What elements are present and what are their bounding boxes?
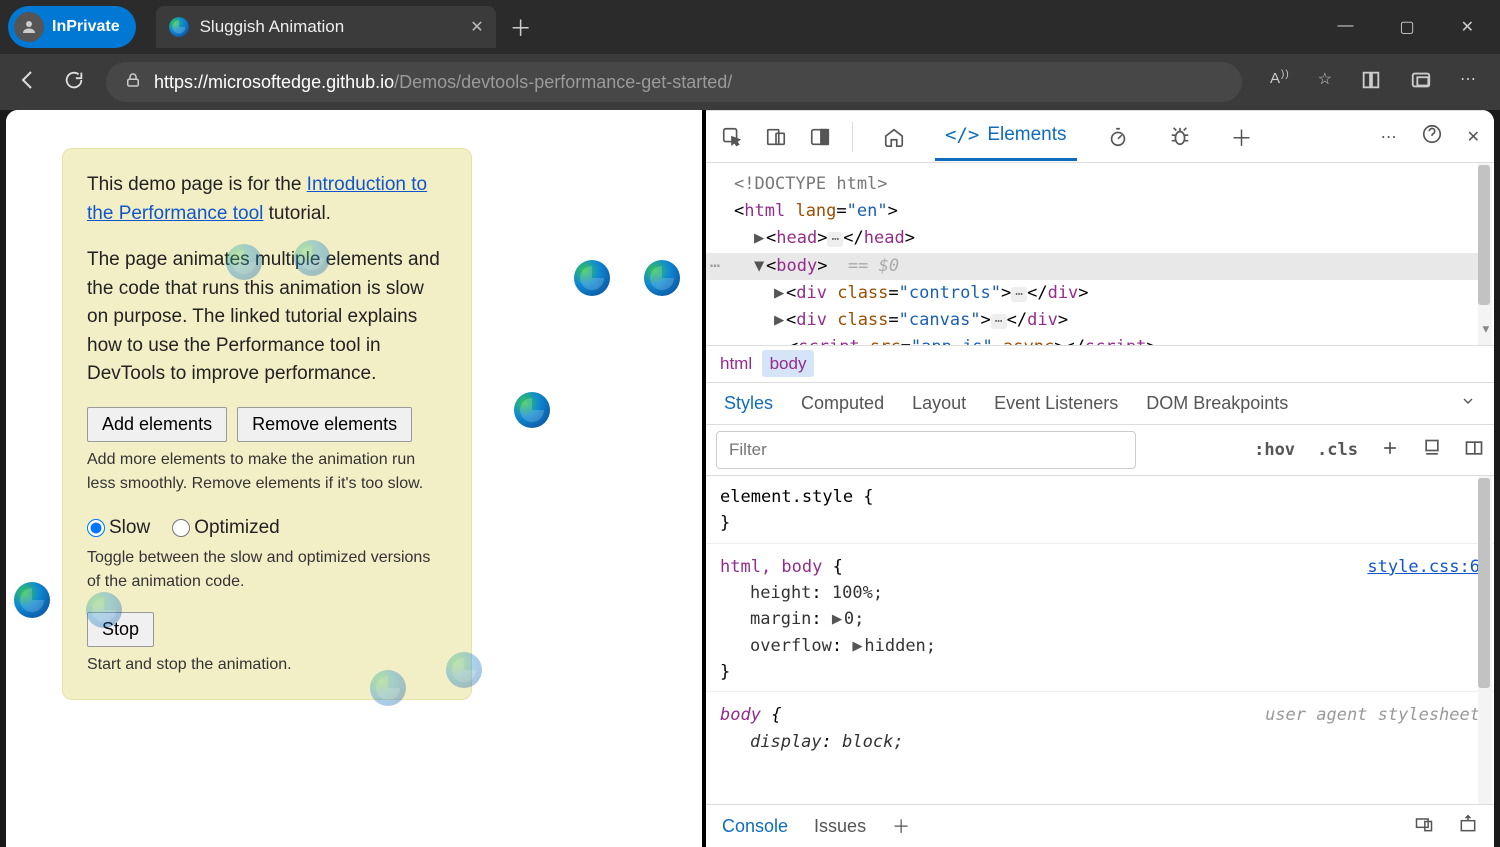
close-devtools-button[interactable]: ✕ xyxy=(1467,127,1480,147)
drawer-device-button[interactable] xyxy=(1414,814,1434,839)
scrollbar[interactable] xyxy=(1478,476,1492,804)
cls-toggle[interactable]: .cls xyxy=(1317,440,1358,460)
add-help-text: Add more elements to make the animation … xyxy=(87,448,447,496)
debugger-tab[interactable] xyxy=(1159,114,1201,160)
breadcrumb[interactable]: html body xyxy=(706,345,1494,383)
url-display: https://microsoftedge.github.io/Demos/de… xyxy=(154,72,732,93)
new-tab-button[interactable]: ＋ xyxy=(510,11,532,43)
edge-icon xyxy=(224,242,264,282)
edge-icon xyxy=(642,258,682,298)
dom-breakpoints-tab[interactable]: DOM Breakpoints xyxy=(1146,393,1288,414)
mode-radios: Slow Optimized xyxy=(87,514,447,543)
more-styles-tabs[interactable] xyxy=(1460,393,1476,414)
source-link[interactable]: style.css:6 xyxy=(1367,554,1480,580)
console-tab[interactable]: Console xyxy=(722,816,788,837)
favorite-button[interactable]: ☆ xyxy=(1318,69,1332,96)
settings-menu-button[interactable]: ⋯ xyxy=(1460,69,1476,96)
new-style-rule-button[interactable] xyxy=(1380,438,1400,463)
devtools-drawer: Console Issues ＋ xyxy=(706,804,1494,847)
device-toggle-button[interactable] xyxy=(764,125,788,149)
radio-slow[interactable]: Slow xyxy=(87,514,150,543)
toolbar: https://microsoftedge.github.io/Demos/de… xyxy=(0,54,1500,110)
collections-button[interactable] xyxy=(1360,69,1382,96)
styles-pane[interactable]: element.style { } style.css:6html, body … xyxy=(706,476,1494,804)
window-controls: ― ▢ ✕ xyxy=(1337,17,1492,37)
back-button[interactable] xyxy=(14,68,42,97)
help-button[interactable] xyxy=(1421,123,1443,150)
devtools-panel: </>Elements ＋ ⋯ ✕ <!DOCTYPE html> <html … xyxy=(706,110,1494,847)
styles-filter-input[interactable] xyxy=(716,431,1136,469)
inprivate-label: InPrivate xyxy=(52,18,120,36)
issues-tab[interactable]: Issues xyxy=(814,816,866,837)
elements-tab[interactable]: </>Elements xyxy=(935,112,1077,161)
edge-icon xyxy=(12,580,52,620)
more-tabs-button[interactable]: ＋ xyxy=(1221,110,1263,165)
refresh-button[interactable] xyxy=(60,69,88,96)
description-text: The page animates multiple elements and … xyxy=(87,246,447,389)
radio-help-text: Toggle between the slow and optimized ve… xyxy=(87,546,447,594)
layout-tab[interactable]: Layout xyxy=(912,393,966,414)
page-viewport: This demo page is for the Introduction t… xyxy=(6,110,706,847)
inspect-button[interactable] xyxy=(720,125,744,149)
more-tools-button[interactable]: ⋯ xyxy=(1381,127,1397,147)
more-drawer-tabs[interactable]: ＋ xyxy=(892,813,910,839)
minimize-button[interactable]: ― xyxy=(1337,17,1353,37)
address-bar[interactable]: https://microsoftedge.github.io/Demos/de… xyxy=(106,62,1242,102)
dom-tree[interactable]: <!DOCTYPE html> <html lang="en"> ▶<head>… xyxy=(706,163,1494,345)
styles-sidebar-tabs: Styles Computed Layout Event Listeners D… xyxy=(706,383,1494,425)
hov-toggle[interactable]: :hov xyxy=(1254,440,1295,460)
dock-side-button[interactable] xyxy=(808,125,832,149)
browser-tab[interactable]: Sluggish Animation ✕ xyxy=(156,6,496,48)
inprivate-indicator[interactable]: InPrivate xyxy=(8,6,136,48)
toolbar-actions: A)) ☆ ⋯ xyxy=(1260,69,1486,96)
close-tab-button[interactable]: ✕ xyxy=(470,17,483,37)
maximize-button[interactable]: ▢ xyxy=(1399,17,1414,37)
remove-elements-button[interactable]: Remove elements xyxy=(237,407,412,442)
title-bar: InPrivate Sluggish Animation ✕ ＋ ― ▢ ✕ xyxy=(0,0,1500,54)
styles-tab[interactable]: Styles xyxy=(724,393,773,414)
edge-icon xyxy=(368,668,408,708)
edge-icon xyxy=(292,238,332,278)
devtools-toolbar: </>Elements ＋ ⋯ ✕ xyxy=(706,111,1494,163)
edge-icon xyxy=(168,16,190,38)
intro-text: This demo page is for the Introduction t… xyxy=(87,171,447,228)
add-elements-button[interactable]: Add elements xyxy=(87,407,227,442)
drawer-expand-button[interactable] xyxy=(1458,814,1478,839)
split-screen-button[interactable] xyxy=(1410,69,1432,96)
close-window-button[interactable]: ✕ xyxy=(1461,17,1474,37)
computed-styles-button[interactable] xyxy=(1464,438,1484,463)
scrollbar[interactable]: ▾ xyxy=(1478,163,1492,345)
lock-icon xyxy=(124,71,142,94)
edge-icon xyxy=(444,650,484,690)
edge-icon xyxy=(84,590,124,630)
performance-tab[interactable] xyxy=(1097,114,1139,160)
avatar-icon xyxy=(14,12,44,42)
event-listeners-tab[interactable]: Event Listeners xyxy=(994,393,1118,414)
flexbox-editor-button[interactable] xyxy=(1422,438,1442,463)
tab-title: Sluggish Animation xyxy=(200,17,461,37)
styles-filter-row: :hov .cls xyxy=(706,425,1494,476)
edge-icon xyxy=(572,258,612,298)
computed-tab[interactable]: Computed xyxy=(801,393,884,414)
welcome-tab[interactable] xyxy=(873,114,915,160)
edge-icon xyxy=(512,390,552,430)
radio-optimized[interactable]: Optimized xyxy=(172,514,280,543)
read-aloud-button[interactable]: A)) xyxy=(1270,69,1290,96)
